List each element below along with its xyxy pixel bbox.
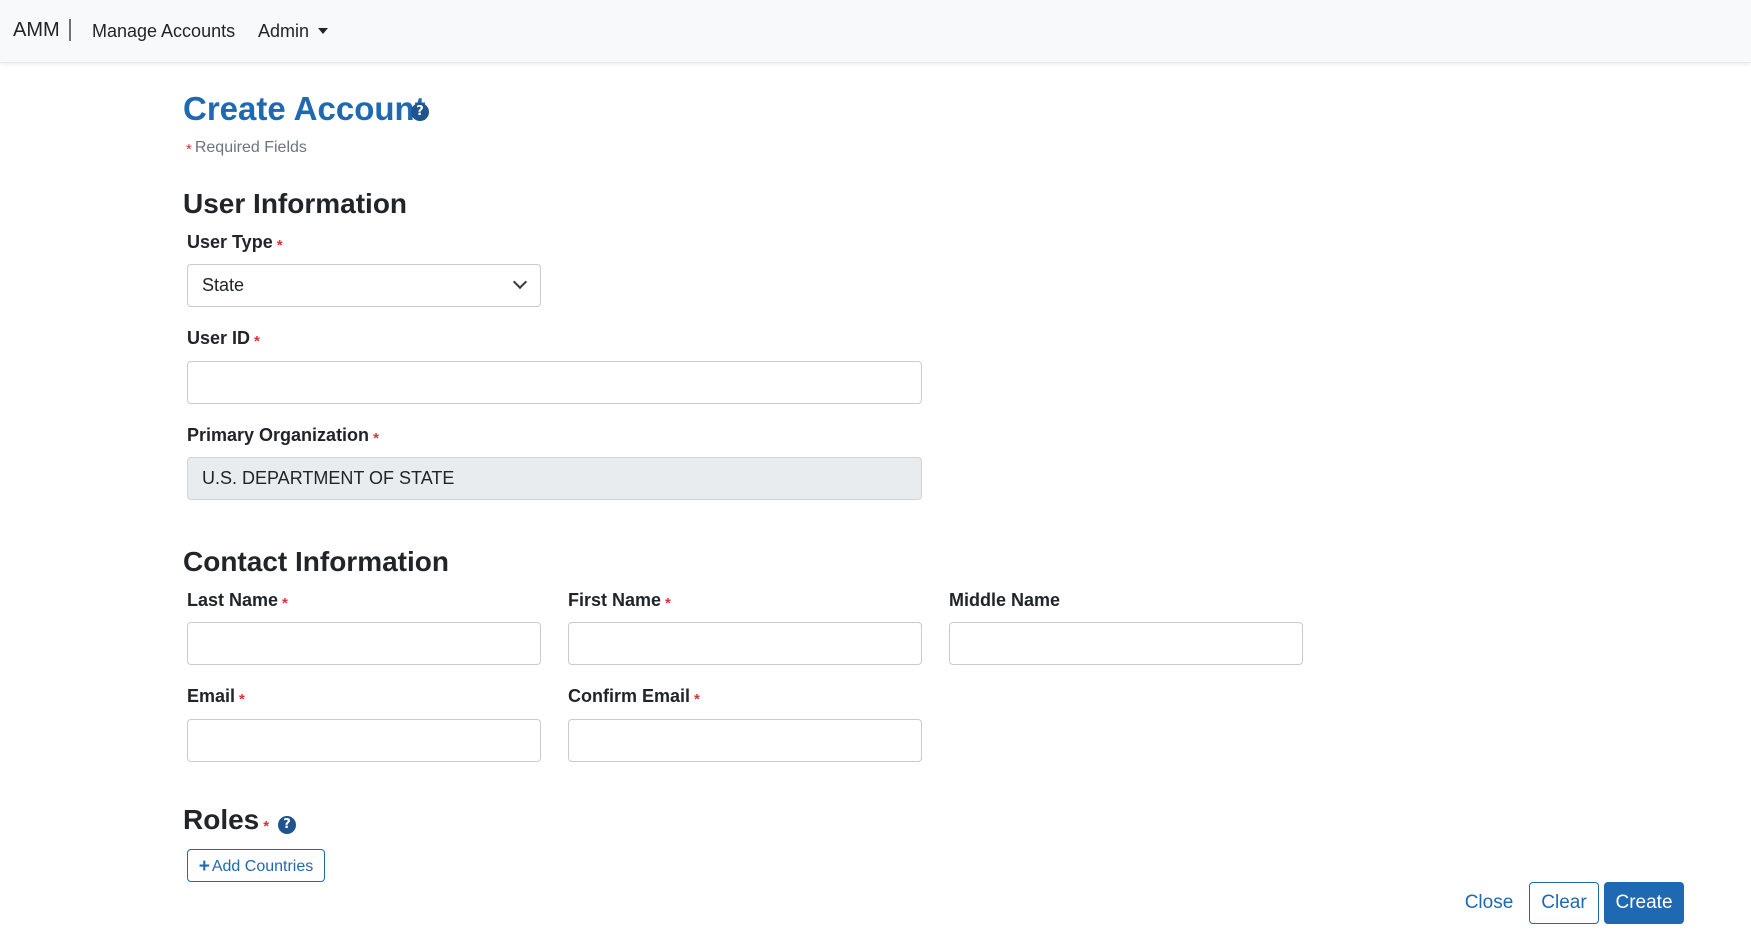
roles-help-icon[interactable]: ? [278, 816, 296, 834]
last-name-label-text: Last Name [187, 590, 279, 610]
user-id-input[interactable] [187, 361, 922, 404]
help-icon[interactable]: ? [411, 103, 429, 121]
nav-manage-accounts[interactable]: Manage Accounts [92, 21, 235, 41]
close-button[interactable]: Close [1456, 882, 1522, 924]
middle-name-input[interactable] [949, 622, 1303, 665]
email-label-text: Email [187, 686, 236, 706]
add-countries-label: Add Countries [211, 858, 314, 875]
add-countries-button[interactable]: + Add Countries [187, 849, 325, 882]
last-name-input[interactable] [187, 622, 541, 665]
user-id-label: User ID * [187, 327, 263, 351]
required-marker: * [276, 237, 283, 254]
required-marker: * [373, 430, 379, 447]
confirm-email-label-text: Confirm Email [568, 686, 691, 706]
required-marker: * [263, 818, 270, 835]
nav-admin-label: Admin [258, 21, 310, 41]
chevron-down-icon [512, 274, 528, 290]
page-title: Create Account [183, 90, 426, 127]
clear-button[interactable]: Clear [1529, 882, 1599, 924]
plus-icon: + [198, 856, 210, 877]
confirm-email-input[interactable] [568, 719, 922, 762]
last-name-label: Last Name * [187, 589, 291, 613]
create-button[interactable]: Create [1604, 882, 1684, 924]
user-information-heading: User Information [183, 188, 408, 219]
top-navbar: AMM Manage Accounts Admin [0, 0, 1751, 63]
email-label: Email * [187, 685, 248, 709]
roles-heading: Roles * [183, 803, 272, 842]
user-id-label-text: User ID [187, 328, 251, 348]
middle-name-label: Middle Name [949, 590, 1061, 610]
first-name-label: First Name * [568, 589, 674, 613]
brand-logo[interactable]: AMM [13, 19, 71, 41]
required-marker: * [694, 691, 700, 708]
required-fields-text: Required Fields [194, 139, 307, 156]
required-marker: * [186, 141, 192, 158]
email-input[interactable] [187, 719, 541, 762]
user-type-label: User Type * [187, 231, 286, 255]
nav-admin-dropdown[interactable]: Admin [258, 21, 329, 41]
contact-information-heading: Contact Information [183, 546, 449, 577]
required-marker: * [239, 691, 245, 708]
confirm-email-label: Confirm Email * [568, 685, 703, 709]
user-type-select[interactable]: State [187, 264, 541, 307]
user-type-value: State [202, 275, 245, 295]
first-name-label-text: First Name [568, 590, 662, 610]
required-fields-note: * Required Fields [186, 139, 307, 158]
user-type-label-text: User Type [187, 232, 273, 252]
primary-organization-field: U.S. DEPARTMENT OF STATE [187, 457, 922, 500]
primary-organization-label: Primary Organization * [187, 424, 382, 448]
caret-down-icon [318, 27, 329, 34]
primary-organization-label-text: Primary Organization [187, 425, 370, 445]
required-marker: * [665, 595, 671, 612]
first-name-input[interactable] [568, 622, 922, 665]
required-marker: * [254, 333, 260, 350]
roles-heading-text: Roles [183, 804, 260, 835]
required-marker: * [282, 595, 288, 612]
